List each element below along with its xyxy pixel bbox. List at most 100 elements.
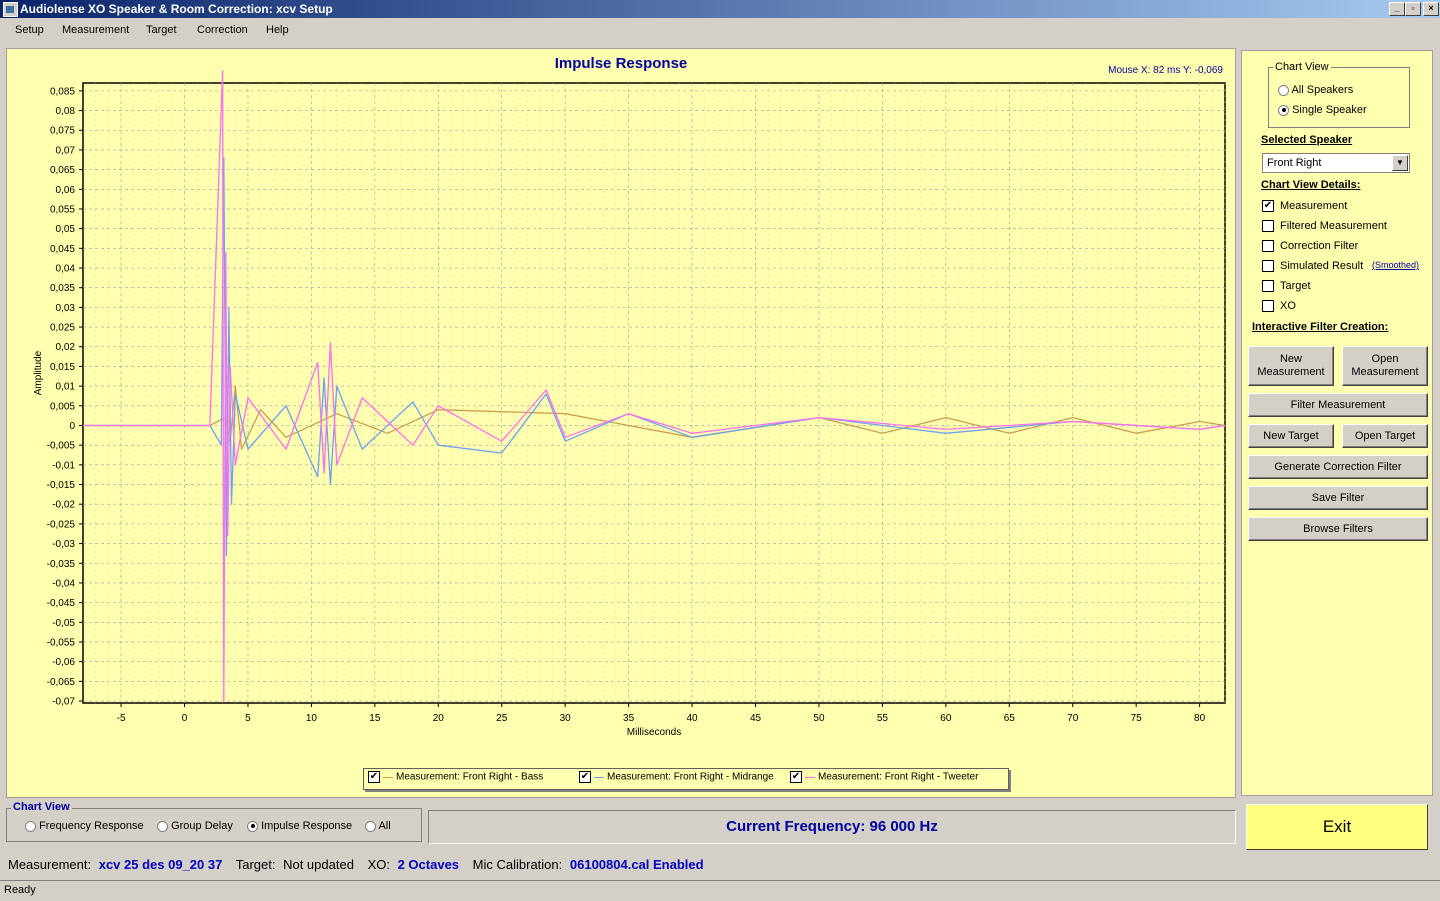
frequency-response-label: Frequency Response bbox=[39, 820, 144, 832]
chart-view-details-label: Chart View Details: bbox=[1261, 179, 1361, 191]
all-radio[interactable] bbox=[365, 820, 376, 832]
chart-title: Impulse Response bbox=[554, 55, 688, 72]
impulse-response-radio[interactable] bbox=[247, 820, 258, 832]
detail-simulated-result-label: Simulated Result bbox=[1280, 260, 1364, 272]
y-tick-label: -0,01 bbox=[52, 460, 75, 471]
option-impulse-response[interactable]: Impulse Response bbox=[247, 820, 352, 832]
y-tick-label: -0,03 bbox=[52, 539, 75, 550]
close-button[interactable]: × bbox=[1423, 2, 1439, 16]
detail-simulated-result-checkbox[interactable] bbox=[1262, 260, 1274, 273]
detail-filtered-measurement-checkbox[interactable] bbox=[1262, 220, 1274, 233]
detail-target[interactable]: Target bbox=[1262, 280, 1311, 293]
open-target-button[interactable]: Open Target bbox=[1342, 424, 1428, 448]
bottom-chart-view-label: Chart View bbox=[11, 801, 72, 813]
legend-checkbox-bass[interactable]: ✔ bbox=[368, 771, 380, 783]
right-panel: Chart View All Speakers Single Speaker S… bbox=[1241, 50, 1433, 796]
single-speaker-radio[interactable] bbox=[1278, 104, 1289, 116]
x-tick-label: 65 bbox=[1004, 713, 1016, 724]
legend-swatch-tweeter bbox=[805, 776, 815, 778]
option-frequency-response[interactable]: Frequency Response bbox=[25, 820, 144, 832]
impulse-response-label: Impulse Response bbox=[261, 820, 353, 832]
y-tick-label: 0,015 bbox=[50, 362, 75, 373]
detail-xo-checkbox[interactable] bbox=[1262, 300, 1274, 313]
detail-correction-filter[interactable]: Correction Filter bbox=[1262, 240, 1358, 253]
y-tick-label: 0,02 bbox=[56, 342, 76, 353]
open-measurement-button[interactable]: Open Measurement bbox=[1342, 346, 1428, 386]
speaker-select[interactable]: Front Right ▼ bbox=[1262, 153, 1410, 173]
y-axis-label: Amplitude bbox=[33, 350, 44, 395]
legend-label-bass: Measurement: Front Right - Bass bbox=[396, 771, 544, 783]
menu-setup[interactable]: Setup bbox=[15, 24, 44, 36]
detail-correction-filter-checkbox[interactable] bbox=[1262, 240, 1274, 253]
y-tick-label: 0,06 bbox=[56, 185, 76, 196]
chevron-down-icon[interactable]: ▼ bbox=[1392, 155, 1408, 171]
all-label: All bbox=[378, 820, 391, 832]
legend-item-tweeter[interactable]: ✔ Measurement: Front Right - Tweeter bbox=[790, 771, 978, 787]
xo-label: XO: bbox=[367, 857, 390, 872]
all-speakers-option[interactable]: All Speakers bbox=[1278, 84, 1353, 96]
new-measurement-button[interactable]: New Measurement bbox=[1248, 346, 1334, 386]
status-bar: Ready bbox=[0, 880, 1440, 901]
detail-target-checkbox[interactable] bbox=[1262, 280, 1274, 293]
mouse-readout: Mouse X: 82 ms Y: -0,069 bbox=[1108, 65, 1223, 76]
option-group-delay[interactable]: Group Delay bbox=[157, 820, 233, 832]
legend-item-bass[interactable]: ✔ Measurement: Front Right - Bass bbox=[368, 771, 543, 787]
interactive-filter-creation-label: Interactive Filter Creation: bbox=[1252, 321, 1389, 333]
browse-filters-button[interactable]: Browse Filters bbox=[1248, 517, 1428, 541]
x-tick-label: 25 bbox=[496, 713, 508, 724]
y-tick-label: 0 bbox=[69, 421, 75, 432]
menu-help[interactable]: Help bbox=[266, 24, 289, 36]
legend-swatch-midrange bbox=[594, 776, 604, 778]
frequency-response-radio[interactable] bbox=[25, 820, 36, 832]
legend-item-midrange[interactable]: ✔ Measurement: Front Right - Midrange bbox=[579, 771, 774, 787]
menu-target[interactable]: Target bbox=[146, 24, 177, 36]
x-tick-label: 10 bbox=[306, 713, 318, 724]
target-label: Target: bbox=[235, 857, 276, 872]
save-filter-button[interactable]: Save Filter bbox=[1248, 486, 1428, 510]
x-tick-label: 60 bbox=[940, 713, 952, 724]
x-tick-label: 80 bbox=[1194, 713, 1206, 724]
menu-correction[interactable]: Correction bbox=[197, 24, 248, 36]
menu-measurement[interactable]: Measurement bbox=[62, 24, 129, 36]
impulse-response-chart[interactable]: 0,085 0,08 0,075 0,07 0,065 0,06 0,055 0,05 0,04… bbox=[7, 49, 1235, 797]
single-speaker-label: Single Speaker bbox=[1292, 104, 1367, 116]
minimize-button[interactable]: _ bbox=[1389, 2, 1405, 16]
x-tick-label: 0 bbox=[182, 713, 188, 724]
detail-measurement[interactable]: ✔ Measurement bbox=[1262, 200, 1347, 213]
title-bar[interactable]: Audiolense XO Speaker & Room Correction:… bbox=[0, 0, 1440, 18]
group-delay-radio[interactable] bbox=[157, 820, 168, 832]
y-tick-label: 0,08 bbox=[56, 106, 76, 117]
x-tick-label: 55 bbox=[877, 713, 889, 724]
x-tick-label: 35 bbox=[623, 713, 635, 724]
chart-panel[interactable]: 0,085 0,08 0,075 0,07 0,065 0,06 0,055 0,05 0,04… bbox=[6, 48, 1236, 798]
detail-simulated-result[interactable]: Simulated Result bbox=[1262, 260, 1364, 273]
measurement-value: xcv 25 des 09_20 37 bbox=[98, 857, 223, 872]
single-speaker-option[interactable]: Single Speaker bbox=[1278, 104, 1367, 116]
legend-checkbox-midrange[interactable]: ✔ bbox=[579, 771, 591, 783]
detail-xo[interactable]: XO bbox=[1262, 300, 1296, 313]
generate-correction-filter-button[interactable]: Generate Correction Filter bbox=[1248, 455, 1428, 479]
all-speakers-radio[interactable] bbox=[1278, 84, 1289, 96]
x-tick-label: 70 bbox=[1067, 713, 1079, 724]
detail-measurement-checkbox[interactable]: ✔ bbox=[1262, 200, 1274, 213]
y-tick-label: 0,01 bbox=[56, 382, 76, 393]
smoothed-link[interactable]: (Smoothed) bbox=[1372, 260, 1419, 270]
filter-measurement-button[interactable]: Filter Measurement bbox=[1248, 393, 1428, 417]
exit-button[interactable]: Exit bbox=[1246, 804, 1428, 850]
y-tick-label: -0,035 bbox=[47, 559, 76, 570]
x-tick-label: 20 bbox=[433, 713, 445, 724]
y-tick-label: 0,05 bbox=[56, 224, 76, 235]
x-tick-label: 15 bbox=[369, 713, 381, 724]
option-all[interactable]: All bbox=[365, 820, 391, 832]
y-tick-label: 0,03 bbox=[56, 303, 76, 314]
restore-button[interactable]: ▫ bbox=[1405, 2, 1421, 16]
y-tick-label: 0,075 bbox=[50, 126, 75, 137]
x-axis-label: Milliseconds bbox=[627, 727, 681, 738]
y-tick-label: 0,005 bbox=[50, 401, 75, 412]
new-target-button[interactable]: New Target bbox=[1248, 424, 1334, 448]
detail-filtered-measurement[interactable]: Filtered Measurement bbox=[1262, 220, 1387, 233]
group-delay-label: Group Delay bbox=[171, 820, 233, 832]
y-tick-label: -0,05 bbox=[52, 618, 75, 629]
legend-checkbox-tweeter[interactable]: ✔ bbox=[790, 771, 802, 783]
all-speakers-label: All Speakers bbox=[1291, 84, 1354, 96]
